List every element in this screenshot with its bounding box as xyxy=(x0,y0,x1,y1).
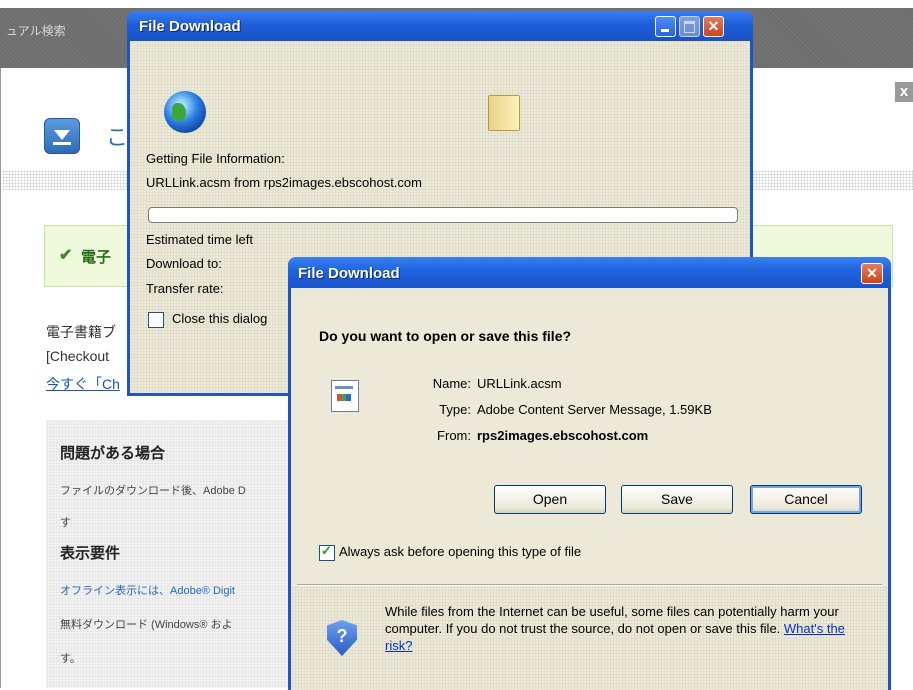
type-label: Type: xyxy=(439,402,471,417)
warning-text: While files from the Internet can be use… xyxy=(385,604,839,636)
maximize-button[interactable] xyxy=(679,16,700,37)
file-type-value: Adobe Content Server Message, 1.59KB xyxy=(477,402,712,417)
dialog-titlebar[interactable]: File Download ✕ xyxy=(288,257,891,288)
question-mark-icon: ? xyxy=(336,626,348,646)
info-text-1: 電子書籍ブ xyxy=(46,324,116,340)
help-text: す xyxy=(60,517,71,529)
dialog-body: Do you want to open or save this file? N… xyxy=(291,288,888,690)
name-label: Name: xyxy=(432,376,471,391)
close-icon: ✕ xyxy=(866,265,878,281)
open-button[interactable]: Open xyxy=(494,485,606,514)
always-ask-label[interactable]: Always ask before opening this type of f… xyxy=(339,544,581,559)
divider xyxy=(297,584,882,586)
from-label: From: xyxy=(437,428,471,443)
globe-icon xyxy=(164,91,206,133)
progress-bar xyxy=(148,207,738,223)
close-icon: ✕ xyxy=(707,18,720,34)
folder-icon xyxy=(488,95,520,131)
help-heading: 問題がある場合 xyxy=(60,445,166,462)
getting-info-label: Getting File Information: xyxy=(146,151,285,166)
close-icon[interactable]: x xyxy=(895,82,913,102)
checkmark-icon: ✔ xyxy=(59,247,73,264)
file-name-value: URLLink.acsm xyxy=(477,376,562,391)
close-dialog-label: Close this dialog xyxy=(172,311,268,326)
requirements-text: 無料ダウンロード (Windows® およ xyxy=(60,619,233,631)
requirements-text: す。 xyxy=(60,653,81,665)
help-panel: 問題がある場合 ファイルのダウンロード後、Adobe D す 表示要件 オフライ… xyxy=(46,420,296,688)
minimize-button[interactable] xyxy=(655,16,676,37)
requirements-link[interactable]: オフライン表示には、Adobe® Digit xyxy=(60,582,235,598)
close-dialog-checkbox[interactable] xyxy=(148,312,164,328)
progress-dialog-titlebar[interactable]: File Download ✕ xyxy=(127,11,753,41)
download-to-label: Download to: xyxy=(146,256,222,271)
warning-message: While files from the Internet can be use… xyxy=(385,603,875,654)
info-text-2: [Checkout xyxy=(46,348,110,364)
save-button[interactable]: Save xyxy=(621,485,733,514)
dialog-title: File Download xyxy=(298,265,400,282)
help-text: ファイルのダウンロード後、Adobe D xyxy=(60,485,246,497)
close-button[interactable]: ✕ xyxy=(703,16,724,37)
file-download-dialog: File Download ✕ Do you want to open or s… xyxy=(288,257,891,690)
progress-dialog-title: File Download xyxy=(139,18,241,35)
always-ask-checkbox[interactable] xyxy=(319,543,335,561)
checkout-link[interactable]: 今すぐ「Ch xyxy=(46,374,120,394)
page-title: こ xyxy=(106,125,129,150)
success-text: 電子 xyxy=(81,249,112,266)
file-source-label: URLLink.acsm from rps2images.ebscohost.c… xyxy=(146,175,422,190)
file-icon xyxy=(331,380,359,412)
dialog-question: Do you want to open or save this file? xyxy=(319,328,572,344)
download-icon xyxy=(44,118,80,154)
requirements-heading: 表示要件 xyxy=(60,545,121,562)
visual-search-tab[interactable]: ュアル検索 xyxy=(6,22,66,39)
estimated-time-label: Estimated time left xyxy=(146,232,253,247)
transfer-rate-label: Transfer rate: xyxy=(146,281,224,296)
close-button[interactable]: ✕ xyxy=(861,263,883,284)
cancel-button[interactable]: Cancel xyxy=(750,485,862,514)
file-source-value: rps2images.ebscohost.com xyxy=(477,428,649,443)
